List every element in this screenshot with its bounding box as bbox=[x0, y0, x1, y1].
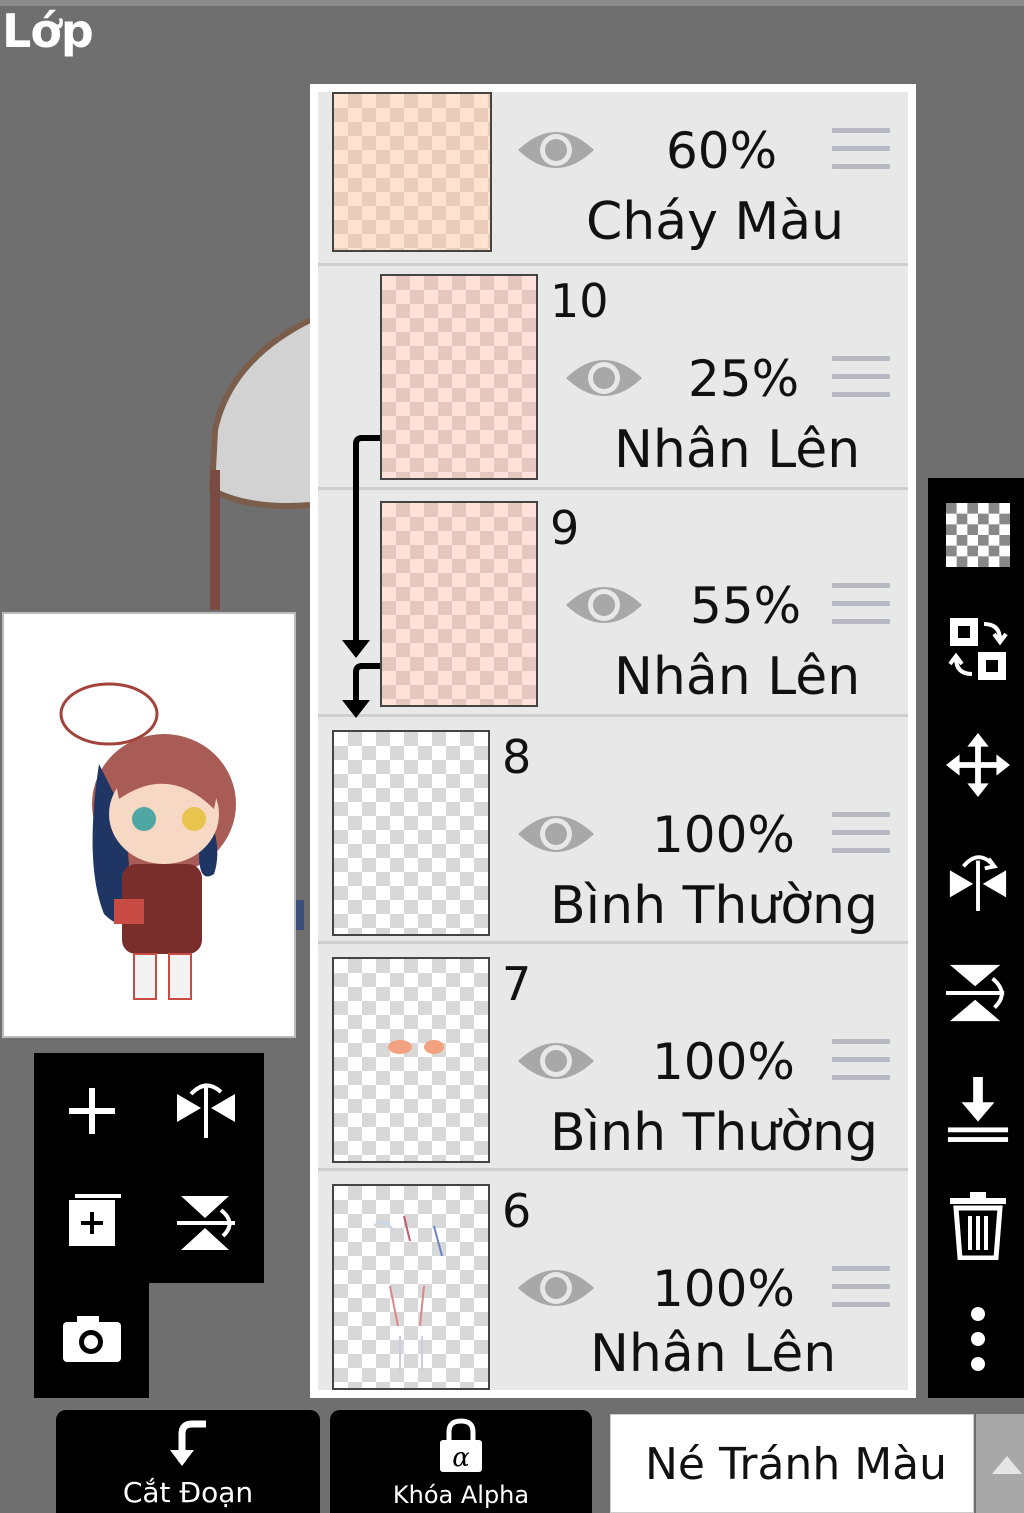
move-icon[interactable] bbox=[946, 730, 1010, 800]
trash-icon[interactable] bbox=[946, 1190, 1010, 1260]
clipping-label: Cắt Đoạn bbox=[122, 1476, 254, 1509]
character-preview-image bbox=[59, 682, 236, 1000]
blend-mode-dropdown-button[interactable] bbox=[976, 1414, 1024, 1513]
drag-handle-icon[interactable] bbox=[832, 1266, 890, 1312]
layer-row[interactable]: 10 25% Nhân Lên bbox=[318, 266, 908, 490]
layer-thumbnail bbox=[332, 1184, 490, 1390]
layer-blend-mode: Nhân Lên bbox=[590, 1324, 837, 1384]
layer-number: 7 bbox=[502, 957, 532, 1011]
layer-opacity[interactable]: 100% bbox=[652, 1033, 795, 1091]
page-title: Lớp bbox=[2, 4, 94, 58]
layer-opacity[interactable]: 25% bbox=[688, 350, 799, 408]
layer-blend-mode: Nhân Lên bbox=[614, 420, 861, 480]
layer-thumbnail bbox=[332, 957, 490, 1163]
visibility-eye-icon[interactable] bbox=[516, 120, 596, 180]
blend-mode-select[interactable]: Né Tránh Màu bbox=[610, 1414, 974, 1513]
layer-opacity[interactable]: 100% bbox=[652, 806, 795, 864]
layer-row[interactable]: 7 100% Bình Thường bbox=[318, 947, 908, 1171]
add-layer-icon[interactable] bbox=[52, 1071, 132, 1151]
clipping-icon bbox=[170, 1420, 206, 1466]
drag-handle-icon[interactable] bbox=[832, 812, 890, 858]
layer-row[interactable]: 6 100% Nhân Lên bbox=[318, 1174, 908, 1390]
merge-down-icon[interactable] bbox=[946, 1074, 1010, 1144]
layers-panel: 11 60% Cháy Màu 10 25% Nhân Lên 9 55% Nh… bbox=[310, 84, 916, 1398]
flip-horizontal-icon[interactable] bbox=[166, 1071, 246, 1151]
clipping-button[interactable]: Cắt Đoạn bbox=[56, 1410, 320, 1513]
layer-row[interactable]: 8 100% Bình Thường bbox=[318, 720, 908, 944]
svg-text:α: α bbox=[452, 1443, 470, 1473]
camera-icon[interactable] bbox=[52, 1299, 132, 1379]
visibility-eye-icon[interactable] bbox=[564, 575, 644, 635]
drag-handle-icon[interactable] bbox=[832, 583, 890, 629]
visibility-eye-icon[interactable] bbox=[564, 348, 644, 408]
layer-thumbnail bbox=[380, 274, 538, 480]
layer-opacity[interactable]: 100% bbox=[652, 1260, 795, 1318]
layer-number: 9 bbox=[550, 501, 580, 555]
left-toolbar bbox=[34, 1053, 264, 1283]
left-toolbar-lower bbox=[34, 1283, 149, 1398]
layer-opacity[interactable]: 55% bbox=[690, 577, 801, 635]
lock-icon: α bbox=[440, 1418, 482, 1473]
layer-number: 10 bbox=[550, 274, 609, 328]
alpha-lock-button[interactable]: α Khóa Alpha bbox=[330, 1410, 592, 1513]
visibility-eye-icon[interactable] bbox=[516, 1031, 596, 1091]
layer-number: 8 bbox=[502, 730, 532, 784]
visibility-eye-icon[interactable] bbox=[516, 1258, 596, 1318]
drag-handle-icon[interactable] bbox=[832, 128, 890, 174]
layer-thumbnail bbox=[332, 730, 490, 936]
drag-handle-icon[interactable] bbox=[832, 356, 890, 402]
layer-row[interactable]: 9 55% Nhân Lên bbox=[318, 493, 908, 717]
right-toolbar bbox=[928, 478, 1024, 1398]
layer-opacity[interactable]: 60% bbox=[666, 122, 777, 180]
blend-mode-value: Né Tránh Màu bbox=[645, 1439, 948, 1490]
layer-thumbnail bbox=[380, 501, 538, 707]
layer-blend-mode: Bình Thường bbox=[550, 876, 879, 936]
layer-blend-mode: Nhân Lên bbox=[614, 647, 861, 707]
canvas-preview[interactable] bbox=[2, 612, 296, 1038]
flip-horizontal-icon[interactable] bbox=[946, 844, 1010, 914]
layer-number: 6 bbox=[502, 1184, 532, 1238]
visibility-eye-icon[interactable] bbox=[516, 804, 596, 864]
alpha-lock-label: Khóa Alpha bbox=[392, 1481, 530, 1509]
transparency-icon[interactable] bbox=[946, 500, 1010, 570]
drag-handle-icon[interactable] bbox=[832, 1039, 890, 1085]
more-icon[interactable] bbox=[946, 1304, 1010, 1374]
layer-blend-mode: Bình Thường bbox=[550, 1103, 879, 1163]
layer-blend-mode: Cháy Màu bbox=[586, 192, 845, 252]
flip-vertical-icon[interactable] bbox=[946, 958, 1010, 1028]
flip-vertical-icon[interactable] bbox=[166, 1183, 246, 1263]
layer-row[interactable]: 11 60% Cháy Màu bbox=[318, 92, 908, 266]
add-layer-copy-icon[interactable] bbox=[52, 1183, 132, 1263]
chevron-up-icon bbox=[992, 1456, 1022, 1474]
clipping-arrow-icon bbox=[342, 435, 380, 718]
swap-layer-icon[interactable] bbox=[946, 614, 1010, 684]
